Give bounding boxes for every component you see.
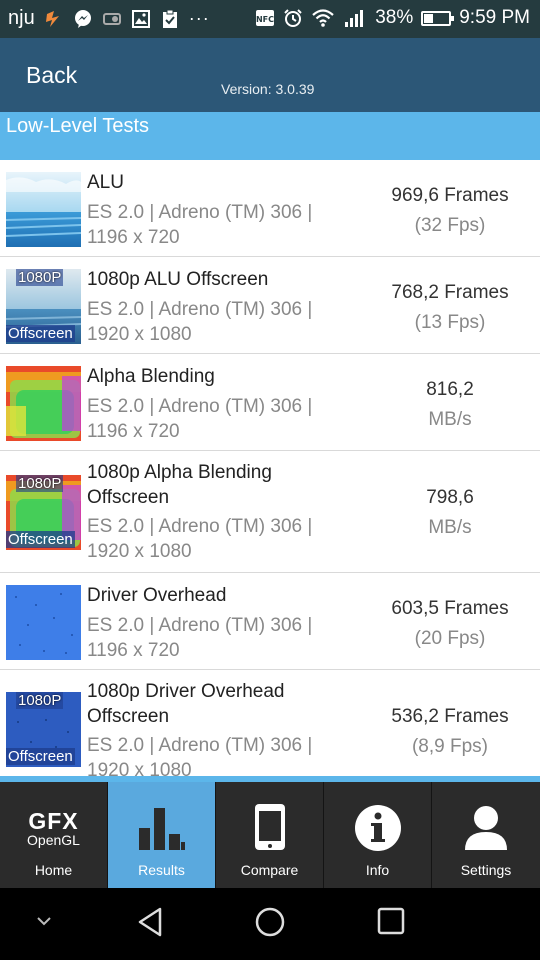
tab-info[interactable]: Info — [324, 782, 432, 888]
alarm-icon — [283, 8, 303, 28]
test-thumbnail — [6, 585, 81, 660]
clipboard-icon — [160, 9, 180, 29]
tab-settings[interactable]: Settings — [432, 782, 540, 888]
messenger-icon — [73, 9, 93, 29]
recents-square-icon[interactable] — [376, 906, 406, 941]
image-icon — [131, 9, 151, 29]
thumb-badge-offscreen: Offscreen — [6, 531, 75, 548]
bottom-tab-bar: GFX OpenGL Home Results Compare Info Set… — [0, 782, 540, 888]
test-score: 798,6 — [426, 487, 474, 508]
status-left-group: nju ··· — [8, 7, 210, 30]
test-detail: ES 2.0 | Adreno (TM) 306 | 1196 x 720 — [87, 615, 313, 661]
status-right-group: NFC 38% 9:59 PM — [255, 7, 530, 29]
user-icon — [463, 804, 509, 857]
bar-chart-icon — [137, 804, 187, 857]
back-button[interactable]: Back — [26, 62, 77, 89]
test-score: 768,2 Frames — [391, 282, 509, 303]
tab-label: Info — [365, 862, 390, 878]
wifi-icon — [311, 8, 335, 28]
test-detail: ES 2.0 | Adreno (TM) 306 | 1920 x 1080 — [87, 516, 313, 562]
test-row[interactable]: 1080P Offscreen 1080p ALU Offscreen ES 2… — [0, 257, 540, 354]
test-name: 1080p ALU Offscreen — [87, 269, 269, 290]
switch-icon — [102, 9, 122, 29]
test-name: ALU — [87, 172, 124, 193]
test-detail: ES 2.0 | Adreno (TM) 306 | 1196 x 720 — [87, 202, 313, 248]
test-detail: ES 2.0 | Adreno (TM) 306 | 1196 x 720 — [87, 396, 313, 442]
test-name: 1080p Alpha Blending Offscreen — [87, 462, 272, 508]
test-row[interactable]: 1080P Offscreen 1080p Driver Overhead Of… — [0, 670, 540, 778]
test-score: 816,2 — [426, 379, 474, 400]
thumb-badge-1080p: 1080P — [16, 692, 64, 709]
section-title: Low-Level Tests — [6, 115, 150, 137]
test-score-sub: (8,9 Fps) — [411, 736, 489, 757]
test-score: 536,2 Frames — [391, 706, 509, 727]
app-header: Back Version: 3.0.39 — [0, 38, 540, 112]
tab-label: Compare — [240, 862, 299, 878]
test-detail: ES 2.0 | Adreno (TM) 306 | 1920 x 1080 — [87, 735, 313, 778]
test-score: 969,6 Frames — [391, 185, 509, 206]
test-name: Driver Overhead — [87, 585, 227, 606]
signal-icon — [343, 8, 367, 28]
system-nav-bar — [0, 888, 540, 960]
test-row[interactable]: ALU ES 2.0 | Adreno (TM) 306 | 1196 x 72… — [0, 160, 540, 257]
collapse-icon[interactable] — [34, 914, 54, 933]
thumb-badge-1080p: 1080P — [16, 269, 64, 286]
phone-icon — [253, 802, 287, 857]
thumb-badge-offscreen: Offscreen — [6, 748, 75, 765]
svg-text:NFC: NFC — [256, 15, 274, 24]
test-name: Alpha Blending — [87, 366, 215, 387]
test-detail: ES 2.0 | Adreno (TM) 306 | 1920 x 1080 — [87, 299, 313, 345]
home-circle-icon[interactable] — [254, 906, 286, 943]
tab-label: Settings — [460, 862, 512, 878]
info-icon — [354, 804, 402, 857]
thumb-badge-1080p: 1080P — [16, 475, 64, 492]
thumb-badge-offscreen: Offscreen — [6, 325, 75, 342]
gfx-logo-icon: GFX OpenGL — [0, 808, 107, 849]
gfx-logo-main: GFX — [28, 808, 79, 834]
test-thumbnail — [6, 366, 81, 441]
test-score-sub: (13 Fps) — [414, 312, 486, 333]
carrier-label: nju — [8, 7, 35, 29]
sound-icon — [44, 9, 64, 29]
test-score-sub: MB/s — [428, 409, 472, 430]
test-score-sub: MB/s — [428, 517, 472, 538]
test-score-sub: (32 Fps) — [414, 215, 486, 236]
test-score-sub: (20 Fps) — [414, 628, 486, 649]
test-thumbnail: 1080P Offscreen — [6, 269, 81, 344]
test-row[interactable]: Alpha Blending ES 2.0 | Adreno (TM) 306 … — [0, 354, 540, 451]
status-bar: nju ··· NFC 38% 9:59 PM — [0, 0, 540, 38]
test-thumbnail: 1080P Offscreen — [6, 692, 81, 767]
section-header: Low-Level Tests — [0, 112, 540, 160]
battery-percent: 38% — [375, 7, 414, 28]
nfc-icon: NFC — [255, 8, 275, 28]
overflow-dots: ··· — [188, 8, 210, 28]
back-triangle-icon[interactable] — [136, 906, 164, 943]
test-thumbnail — [6, 172, 81, 247]
test-list[interactable]: ALU ES 2.0 | Adreno (TM) 306 | 1196 x 72… — [0, 160, 540, 778]
test-row[interactable]: 1080P Offscreen 1080p Alpha Blending Off… — [0, 451, 540, 573]
test-row[interactable]: Driver Overhead ES 2.0 | Adreno (TM) 306… — [0, 573, 540, 670]
test-thumbnail: 1080P Offscreen — [6, 475, 81, 550]
tab-label: Home — [34, 862, 73, 878]
clock: 9:59 PM — [459, 7, 530, 28]
gfx-logo-sub: OpenGL — [27, 832, 80, 848]
tab-home[interactable]: GFX OpenGL Home — [0, 782, 108, 888]
tab-results[interactable]: Results — [108, 782, 216, 888]
tab-compare[interactable]: Compare — [216, 782, 324, 888]
test-name: 1080p Driver Overhead Offscreen — [87, 681, 285, 727]
battery-icon — [421, 10, 455, 26]
version-label: Version: 3.0.39 — [221, 81, 315, 97]
test-score: 603,5 Frames — [391, 598, 509, 619]
tab-label: Results — [138, 862, 185, 878]
battery-level-fill — [424, 13, 434, 23]
